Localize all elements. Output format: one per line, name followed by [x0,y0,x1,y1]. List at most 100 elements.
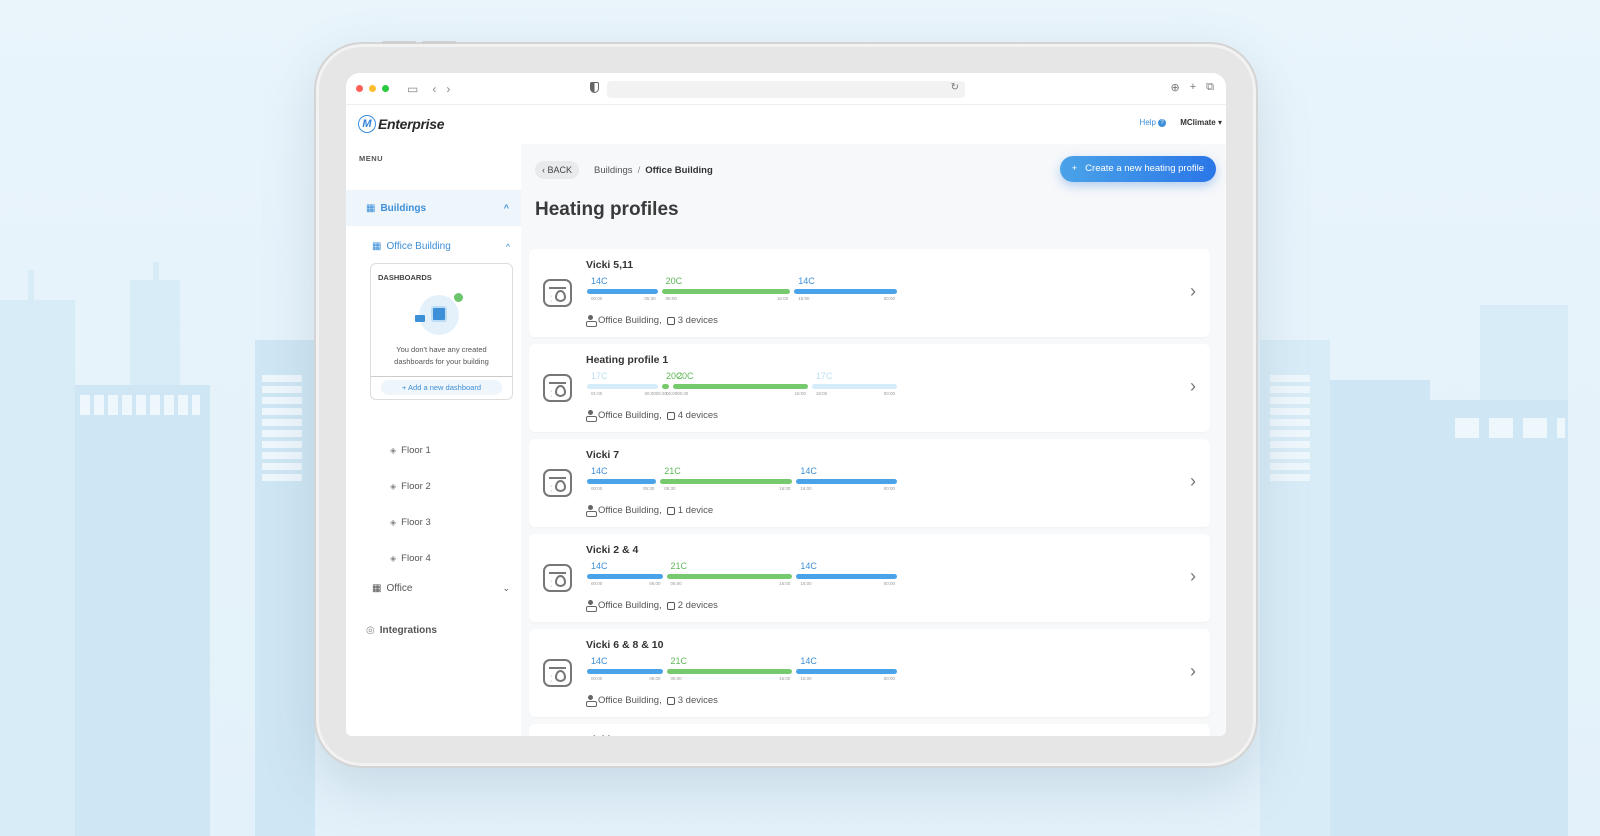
profile-name: Heating profile 1 [586,354,669,366]
add-dashboard-button[interactable]: + Add a new dashboard [381,380,502,395]
building-icon: ▦ [366,202,376,214]
chevron-right-icon[interactable]: › [1190,281,1196,302]
maximize-window-button[interactable] [382,85,389,92]
heating-profile-icon: · · [543,659,572,687]
dashboards-card: DASHBOARDS You don't have any created da… [370,263,513,400]
segment-temperature: 14C [798,276,815,286]
sidebar-item-office-building[interactable]: ▦ Office Building ^ [372,241,512,252]
segment-end-time: 00:00 [883,581,895,586]
segment-start-time: 06:30 [677,391,689,396]
profile-name: Vicki 7 [586,449,620,461]
heating-profile-card[interactable]: · · Vicki 7 14C 00:00 05:30 21C 05:30 16:… [529,439,1210,527]
profile-devices: 4 devices [677,410,718,421]
heating-profile-icon: · · [543,469,572,497]
main-content: Help ? MClimate ▾ ‹ BACK Buildings / Off… [521,105,1226,736]
segment-start-time: 00:00 [591,676,603,681]
building-icon: ▦ [372,241,382,252]
sidebar-toggle-icon[interactable]: ▭ [407,82,418,96]
schedule-segment: 17C 18:00 00:00 [811,369,897,399]
breadcrumb-separator: / [637,165,641,176]
segment-bar [587,574,663,579]
sidebar-item-label: Office Building [386,241,451,252]
tablet-screen: ▭ ‹ › ↻ ⊕ + ⧉ M Enterprise MENU ▦ Buildi… [346,73,1226,736]
segment-end-time: 06:00 [649,581,661,586]
account-menu[interactable]: MClimate ▾ [1180,118,1222,127]
location-pin-icon [586,695,597,707]
heating-profile-card[interactable]: · · Vicki 5,11 14C 00:00 05:30 20C 06:00 … [529,249,1210,337]
sidebar-item-floor-4[interactable]: ◈ Floor 4 [390,553,431,564]
sidebar-item-floor-3[interactable]: ◈ Floor 3 [390,517,431,528]
profile-location: Office Building, [598,600,662,611]
segment-bar [796,574,897,579]
back-arrow-icon[interactable]: ‹ [432,82,436,96]
heating-profile-card[interactable]: · · Vicki 2 & 4 14C 00:00 06:00 21C 06:00… [529,534,1210,622]
schedule-segment: 14C 00:00 06:00 [587,559,663,589]
schedule-segment: 14C 00:00 05:30 [587,274,658,304]
segment-start-time: 18:00 [815,391,828,396]
tabs-overview-icon[interactable]: ⧉ [1206,81,1214,94]
schedule-timeline: 14C 00:00 06:00 21C 06:00 16:00 14C 16:0… [587,559,897,589]
heating-profile-card[interactable]: · · Heating profile 1 17C 01:00 06:00 20C… [529,344,1210,432]
location-pin-icon [586,505,597,517]
chevron-right-icon[interactable]: › [1190,661,1196,682]
segment-bar [660,479,793,484]
device-icon [666,696,675,705]
segment-start-time: 01:00 [591,391,603,396]
segment-bar [666,669,793,674]
enterprise-logo[interactable]: M Enterprise [358,115,445,133]
sidebar-item-integrations[interactable]: ◎ Integrations [366,625,437,636]
heating-profile-icon: · · [543,279,572,307]
minimize-window-button[interactable] [369,85,376,92]
address-bar[interactable]: ↻ [607,81,965,98]
segment-bar [811,384,897,389]
dashboards-empty-message: You don't have any created dashboards fo… [394,345,489,366]
schedule-timeline: 14C 00:00 06:00 21C 06:00 16:00 14C 16:0… [587,654,897,684]
forward-arrow-icon[interactable]: › [446,82,450,96]
segment-temperature: 21C [670,656,688,666]
back-label: BACK [547,165,573,175]
sidebar-item-office[interactable]: ▦ Office ⌄ [372,583,512,594]
chevron-up-icon[interactable]: ^ [506,242,510,252]
chevron-right-icon[interactable]: › [1190,376,1196,397]
profile-name: Vicki 9 [586,734,619,736]
segment-temperature: 14C [591,466,608,476]
shield-icon[interactable] [590,82,599,93]
heating-profile-card[interactable]: · · Vicki 6 & 8 & 10 14C 00:00 06:00 21C … [529,629,1210,717]
sidebar-item-label: Floor 2 [401,481,431,492]
segment-temperature: 21C [664,466,681,476]
schedule-segment: 20C 06:30 16:00 [673,369,808,399]
create-label: Create a new heating profile [1085,163,1204,174]
profile-name: Vicki 5,11 [586,259,634,271]
sidebar-item-floor-2[interactable]: ◈ Floor 2 [390,481,431,492]
device-icon [666,411,675,420]
download-icon[interactable]: ⊕ [1170,81,1179,94]
chevron-down-icon[interactable]: ⌄ [502,583,510,594]
chevron-up-icon[interactable]: ^ [504,203,509,213]
close-window-button[interactable] [356,85,363,92]
schedule-segment: 14C 16:00 00:00 [796,559,897,589]
segment-bar [587,479,657,484]
sidebar-item-floor-1[interactable]: ◈ Floor 1 [390,445,431,456]
segment-bar [673,384,808,389]
reload-icon[interactable]: ↻ [951,82,959,93]
heating-profile-card[interactable]: Vicki 9 [529,724,1210,736]
sidebar-item-buildings[interactable]: ▦ Buildings ^ [346,190,521,226]
back-button[interactable]: ‹ BACK [535,161,580,179]
segment-start-time: 00:00 [591,581,603,586]
help-link[interactable]: Help ? [1140,118,1166,127]
new-tab-icon[interactable]: + [1190,81,1196,94]
create-heating-profile-button[interactable]: + Create a new heating profile [1059,156,1216,182]
segment-temperature: 21C [670,561,688,571]
segment-end-time: 00:00 [883,676,895,681]
sidebar-item-label: Floor 1 [401,445,431,456]
profile-meta: Office Building, 1 device [586,505,714,517]
logo-text: Enterprise [378,116,445,132]
chevron-right-icon[interactable]: › [1190,566,1196,587]
breadcrumb-buildings[interactable]: Buildings [594,165,633,176]
profile-devices: 1 device [677,505,714,516]
segment-end-time: 00:00 [883,296,895,301]
schedule-segment: 14C 16:00 00:00 [796,464,897,494]
chevron-right-icon[interactable]: › [1190,471,1196,492]
segment-temperature: 14C [800,656,817,666]
building-icon: ▦ [372,583,382,594]
